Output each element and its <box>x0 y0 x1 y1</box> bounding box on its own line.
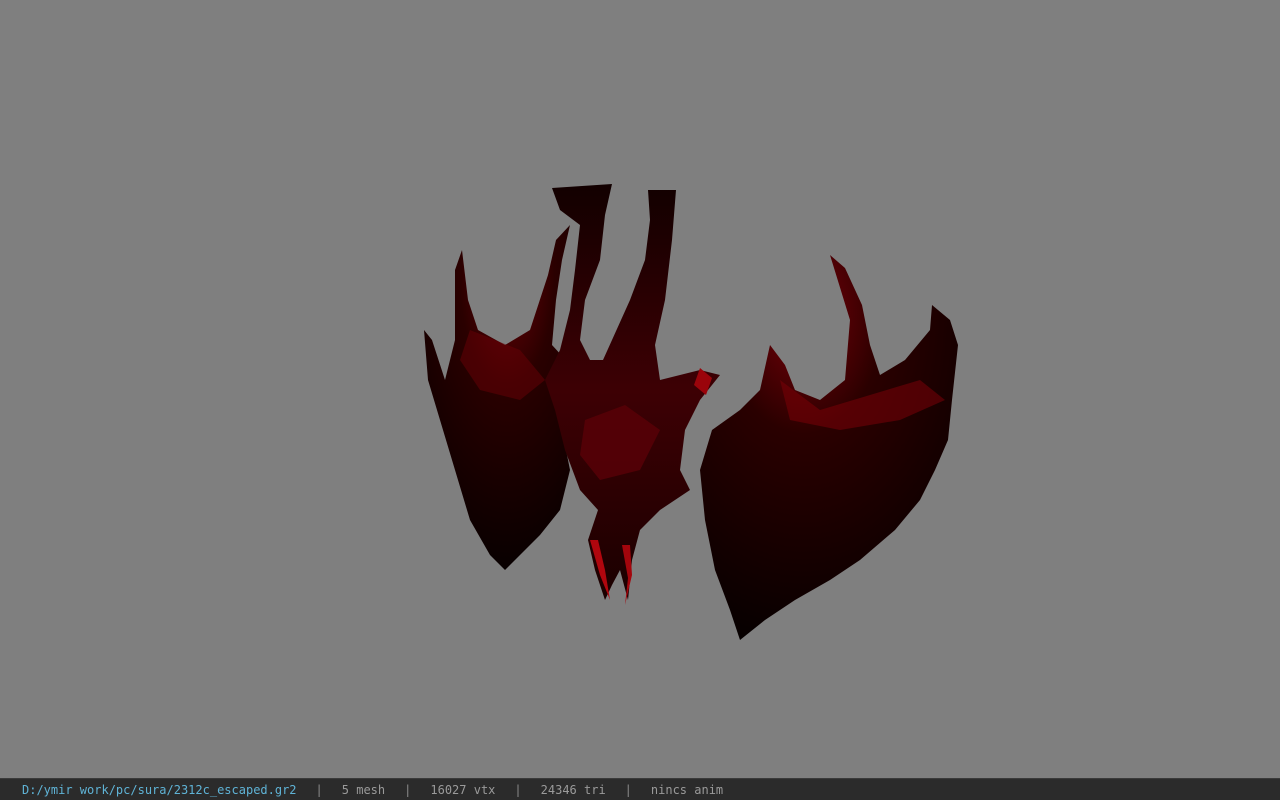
model-render <box>424 184 958 640</box>
vertex-count: 16027 vtx <box>430 782 496 797</box>
body <box>545 184 720 600</box>
mesh-count: 5 mesh <box>341 782 386 797</box>
animation-status: nincs anim <box>650 782 724 797</box>
right-wing <box>700 255 958 640</box>
triangle-count: 24346 tri <box>540 782 606 797</box>
separator: | <box>315 782 323 797</box>
separator: | <box>514 782 522 797</box>
status-bar: D:/ymir work/pc/sura/2312c_escaped.gr2 | 5… <box>0 778 1280 800</box>
file-path: D:/ymir work/pc/sura/2312c_escaped.gr2 <box>22 782 297 797</box>
separator: | <box>624 782 632 797</box>
3d-viewport[interactable] <box>0 0 1280 778</box>
separator: | <box>404 782 412 797</box>
